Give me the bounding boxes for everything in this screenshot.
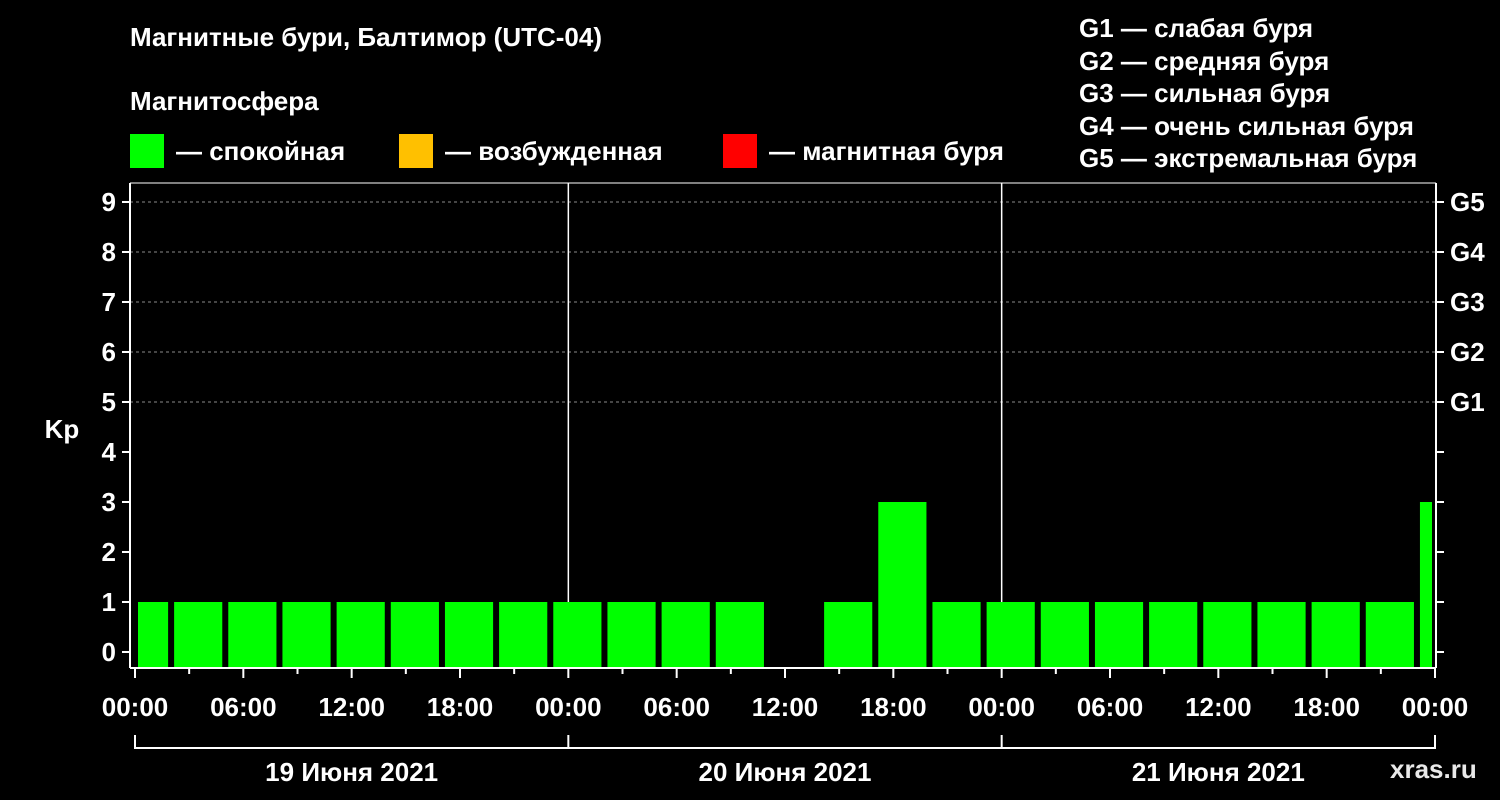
bar-kp-7 bbox=[499, 602, 548, 667]
day-label-3: 21 Июня 2021 bbox=[1132, 757, 1305, 787]
bar-kp-13 bbox=[824, 602, 873, 667]
bar-kp-17 bbox=[1040, 602, 1089, 667]
g-level-label-g1: G1 bbox=[1450, 387, 1485, 417]
y-tick-label-1: 1 bbox=[102, 587, 116, 617]
bar-kp-24 bbox=[1419, 502, 1432, 667]
bar-kp-3 bbox=[282, 602, 331, 667]
bar-kp-8 bbox=[553, 602, 602, 667]
bar-kp-4 bbox=[336, 602, 385, 667]
day-label-2: 20 Июня 2021 bbox=[699, 757, 872, 787]
bar-kp-16 bbox=[986, 602, 1035, 667]
bar-kp-1 bbox=[174, 602, 223, 667]
g-level-label-g5: G5 bbox=[1450, 187, 1485, 217]
bar-kp-15 bbox=[932, 602, 981, 667]
bar-kp-23 bbox=[1365, 602, 1414, 667]
x-tick-label-7: 18:00 bbox=[860, 692, 927, 722]
y-tick-label-0: 0 bbox=[102, 637, 116, 667]
y-tick-label-3: 3 bbox=[102, 487, 116, 517]
bar-kp-14 bbox=[878, 502, 927, 667]
x-tick-label-0: 00:00 bbox=[102, 692, 169, 722]
x-tick-label-11: 18:00 bbox=[1293, 692, 1360, 722]
y-axis-label: Kp bbox=[45, 414, 80, 444]
x-tick-label-3: 18:00 bbox=[427, 692, 494, 722]
x-tick-label-12: 00:00 bbox=[1402, 692, 1469, 722]
x-tick-label-4: 00:00 bbox=[535, 692, 602, 722]
y-tick-label-6: 6 bbox=[102, 337, 116, 367]
bar-kp-6 bbox=[444, 602, 494, 667]
x-tick-label-8: 00:00 bbox=[968, 692, 1035, 722]
x-tick-label-10: 12:00 bbox=[1185, 692, 1252, 722]
x-tick-label-5: 06:00 bbox=[643, 692, 710, 722]
bar-kp-0 bbox=[138, 602, 169, 667]
g-level-label-g4: G4 bbox=[1450, 237, 1485, 267]
bar-kp-18 bbox=[1094, 602, 1144, 667]
x-tick-label-2: 12:00 bbox=[318, 692, 385, 722]
bar-kp-20 bbox=[1203, 602, 1252, 667]
y-tick-label-7: 7 bbox=[102, 287, 116, 317]
y-tick-label-2: 2 bbox=[102, 537, 116, 567]
bar-kp-9 bbox=[607, 602, 656, 667]
g-level-label-g2: G2 bbox=[1450, 337, 1485, 367]
y-tick-label-9: 9 bbox=[102, 187, 116, 217]
y-tick-label-8: 8 bbox=[102, 237, 116, 267]
watermark: xras.ru bbox=[1390, 754, 1477, 784]
x-tick-label-9: 06:00 bbox=[1077, 692, 1144, 722]
bar-kp-11 bbox=[715, 602, 764, 667]
bar-kp-21 bbox=[1257, 602, 1306, 667]
day-label-1: 19 Июня 2021 bbox=[265, 757, 438, 787]
x-tick-label-1: 06:00 bbox=[210, 692, 277, 722]
g-level-label-g3: G3 bbox=[1450, 287, 1485, 317]
kp-bar-chart: 0 1 2 3 4 5 6 7 8 9 G1 G2 G3 G4 G5 Kp 00:00 06:00 12:00 18:… bbox=[45, 182, 1485, 787]
bar-kp-19 bbox=[1149, 602, 1198, 667]
bar-kp-22 bbox=[1311, 602, 1360, 667]
bar-kp-5 bbox=[390, 602, 439, 667]
bar-kp-10 bbox=[661, 602, 710, 667]
y-tick-label-5: 5 bbox=[102, 387, 116, 417]
x-tick-label-6: 12:00 bbox=[752, 692, 819, 722]
bar-kp-2 bbox=[228, 602, 277, 667]
y-tick-label-4: 4 bbox=[102, 437, 117, 467]
